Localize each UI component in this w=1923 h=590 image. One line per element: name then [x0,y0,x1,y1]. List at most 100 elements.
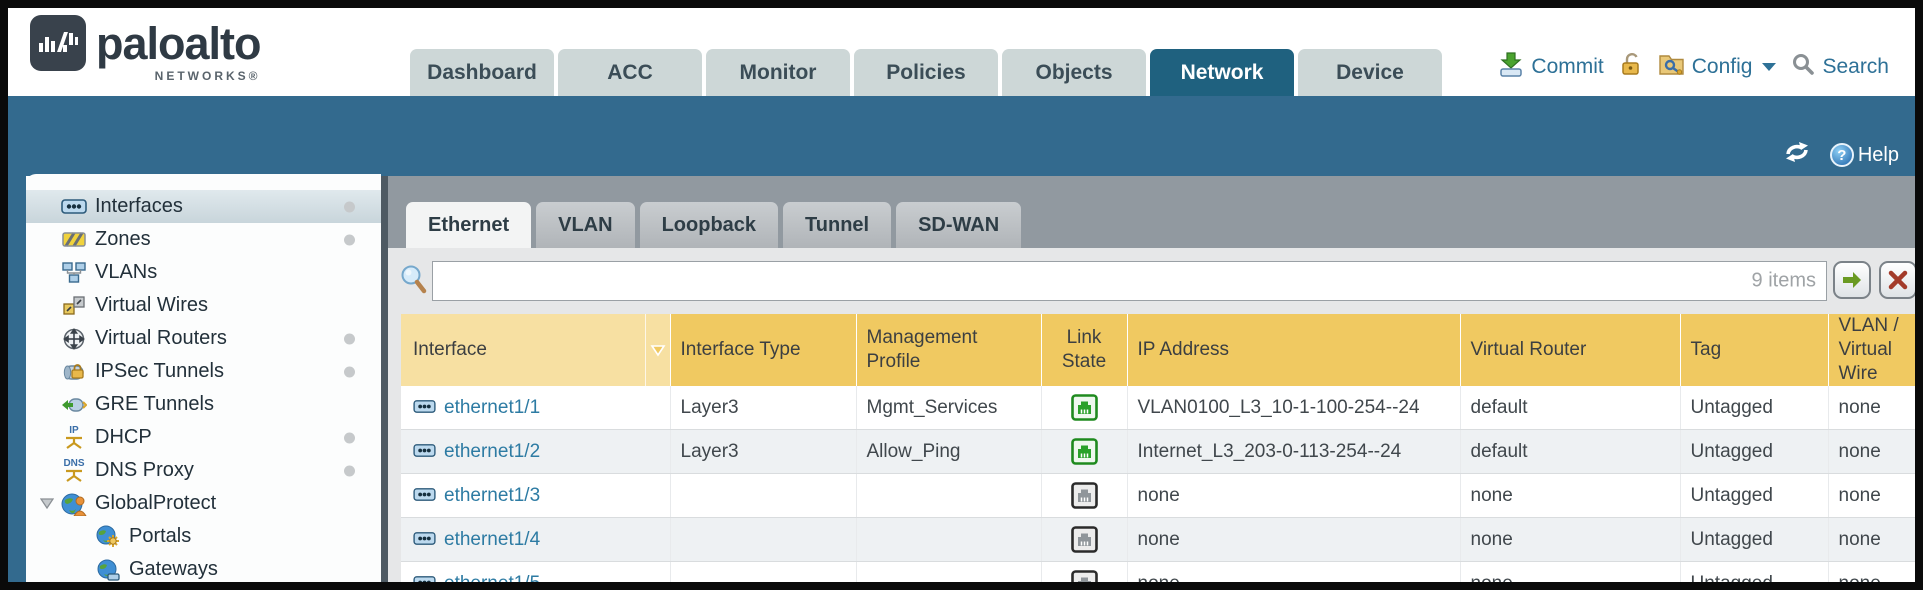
help-link[interactable]: ? Help [1830,143,1899,167]
column-header-ip-address[interactable]: IP Address [1127,314,1460,386]
sidebar-item-portals[interactable]: Portals [26,520,381,553]
subtab-vlan[interactable]: VLAN [536,202,634,248]
column-header-management-profile[interactable]: Management Profile [856,314,1041,386]
brand-logo: paloalto NETWORKS® [30,15,261,83]
subtab-sdwan[interactable]: SD-WAN [896,202,1021,248]
subtabs: Ethernet VLAN Loopback Tunnel SD-WAN [406,202,1021,248]
sidebar-item-globalprotect[interactable]: GlobalProtect [26,487,381,520]
table-row: ethernet1/2 Layer3 Allow_Ping Internet_L… [401,430,1915,474]
tab-objects[interactable]: Objects [1002,49,1146,96]
sidebar-item-dns-proxy[interactable]: DNS DNS Proxy [26,454,381,487]
config-menu-button[interactable]: Config [1658,52,1777,82]
column-header-interface-type[interactable]: Interface Type [670,314,856,386]
cell-ip-address: none [1127,518,1460,562]
cell-management-profile: Mgmt_Services [856,386,1041,430]
link-state-down-icon [1071,482,1098,509]
gre-tunnels-icon [60,396,88,414]
cell-vlan: none [1828,386,1915,430]
interface-link[interactable]: ethernet1/1 [413,397,660,419]
tab-monitor[interactable]: Monitor [706,49,850,96]
gateways-icon [94,559,122,581]
sidebar-item-gre-tunnels[interactable]: GRE Tunnels [26,388,381,421]
sidebar-item-label: GlobalProtect [95,492,216,515]
cell-link-state [1041,430,1127,474]
sidebar-item-gateways[interactable]: Gateways [26,553,381,582]
tab-dashboard[interactable]: Dashboard [410,49,554,96]
cell-interface: ethernet1/1 [401,386,670,430]
refresh-icon[interactable] [1782,139,1812,171]
column-header-tag[interactable]: Tag [1680,314,1828,386]
interfaces-icon [60,199,88,214]
cell-tag: Untagged [1680,518,1828,562]
globalprotect-icon [60,492,88,516]
commit-button[interactable]: Commit [1498,51,1603,83]
status-dot [344,201,355,212]
column-header-link-state[interactable]: Link State [1041,314,1127,386]
top-bar: paloalto NETWORKS® Dashboard ACC Monitor… [8,8,1915,96]
sidebar-divider[interactable] [381,176,388,582]
sidebar-item-interfaces[interactable]: Interfaces [26,190,381,223]
sidebar-item-vlans[interactable]: VLANs [26,256,381,289]
interface-icon [413,441,436,463]
dhcp-icon: IP [60,426,88,449]
interface-link[interactable]: ethernet1/2 [413,441,660,463]
sidebar-item-zones[interactable]: Zones [26,223,381,256]
sidebar-item-dhcp[interactable]: IP DHCP [26,421,381,454]
sidebar-item-label: DHCP [95,426,152,449]
filter-input[interactable] [433,262,1826,300]
cell-virtual-router: default [1460,430,1680,474]
interface-name: ethernet1/4 [444,529,540,551]
commit-icon [1498,51,1524,83]
help-icon: ? [1830,143,1854,167]
sort-dropdown-icon[interactable] [645,314,670,386]
search-button[interactable]: Search [1791,52,1889,82]
status-dot [344,234,355,245]
column-header-virtual-router[interactable]: Virtual Router [1460,314,1680,386]
status-dot [344,432,355,443]
subtab-loopback[interactable]: Loopback [640,202,778,248]
portals-icon [94,525,122,548]
interface-link[interactable]: ethernet1/3 [413,485,660,507]
column-header-vlan-virtual-wire[interactable]: VLAN / Virtual Wire [1828,314,1915,386]
tab-acc[interactable]: ACC [558,49,702,96]
secondary-bar-actions: ? Help [1782,139,1899,171]
tab-network[interactable]: Network [1150,49,1294,96]
cell-interface: ethernet1/5 [401,562,670,583]
interface-link[interactable]: ethernet1/4 [413,529,660,551]
table-row: ethernet1/5 none none Untagged none [401,562,1915,583]
interface-name: ethernet1/5 [444,573,540,583]
interface-name: ethernet1/2 [444,441,540,463]
sidebar-item-label: IPSec Tunnels [95,360,224,383]
cell-vlan: none [1828,474,1915,518]
subtab-ethernet[interactable]: Ethernet [406,202,531,248]
column-header-interface[interactable]: Interface [401,314,670,386]
clear-filter-button[interactable] [1879,261,1915,299]
link-state-down-icon [1071,570,1098,582]
cell-tag: Untagged [1680,430,1828,474]
sidebar-item-virtual-wires[interactable]: Virtual Wires [26,289,381,322]
cell-interface-type [670,474,856,518]
sidebar-item-virtual-routers[interactable]: Virtual Routers [26,322,381,355]
tab-policies[interactable]: Policies [854,49,998,96]
sidebar-item-label: DNS Proxy [95,459,194,482]
tab-device[interactable]: Device [1298,49,1442,96]
sidebar-item-label: GRE Tunnels [95,393,214,416]
subtab-tunnel[interactable]: Tunnel [783,202,891,248]
interface-link[interactable]: ethernet1/5 [413,573,660,583]
cell-tag: Untagged [1680,386,1828,430]
main-panel: Ethernet VLAN Loopback Tunnel SD-WAN 9 i… [388,176,1915,582]
sidebar-item-label: Zones [95,228,151,251]
sidebar-item-ipsec-tunnels[interactable]: IPSec Tunnels [26,355,381,388]
filter-search-icon [399,264,427,300]
lock-icon[interactable] [1619,51,1643,83]
status-dot [344,366,355,377]
interface-icon [413,485,436,507]
link-state-up-icon [1071,438,1098,465]
help-label: Help [1858,144,1899,167]
commit-label: Commit [1531,55,1603,79]
apply-filter-button[interactable] [1833,261,1871,299]
expand-triangle-icon[interactable] [34,498,60,509]
left-edge [8,176,26,582]
cell-interface-type [670,562,856,583]
cell-tag: Untagged [1680,562,1828,583]
